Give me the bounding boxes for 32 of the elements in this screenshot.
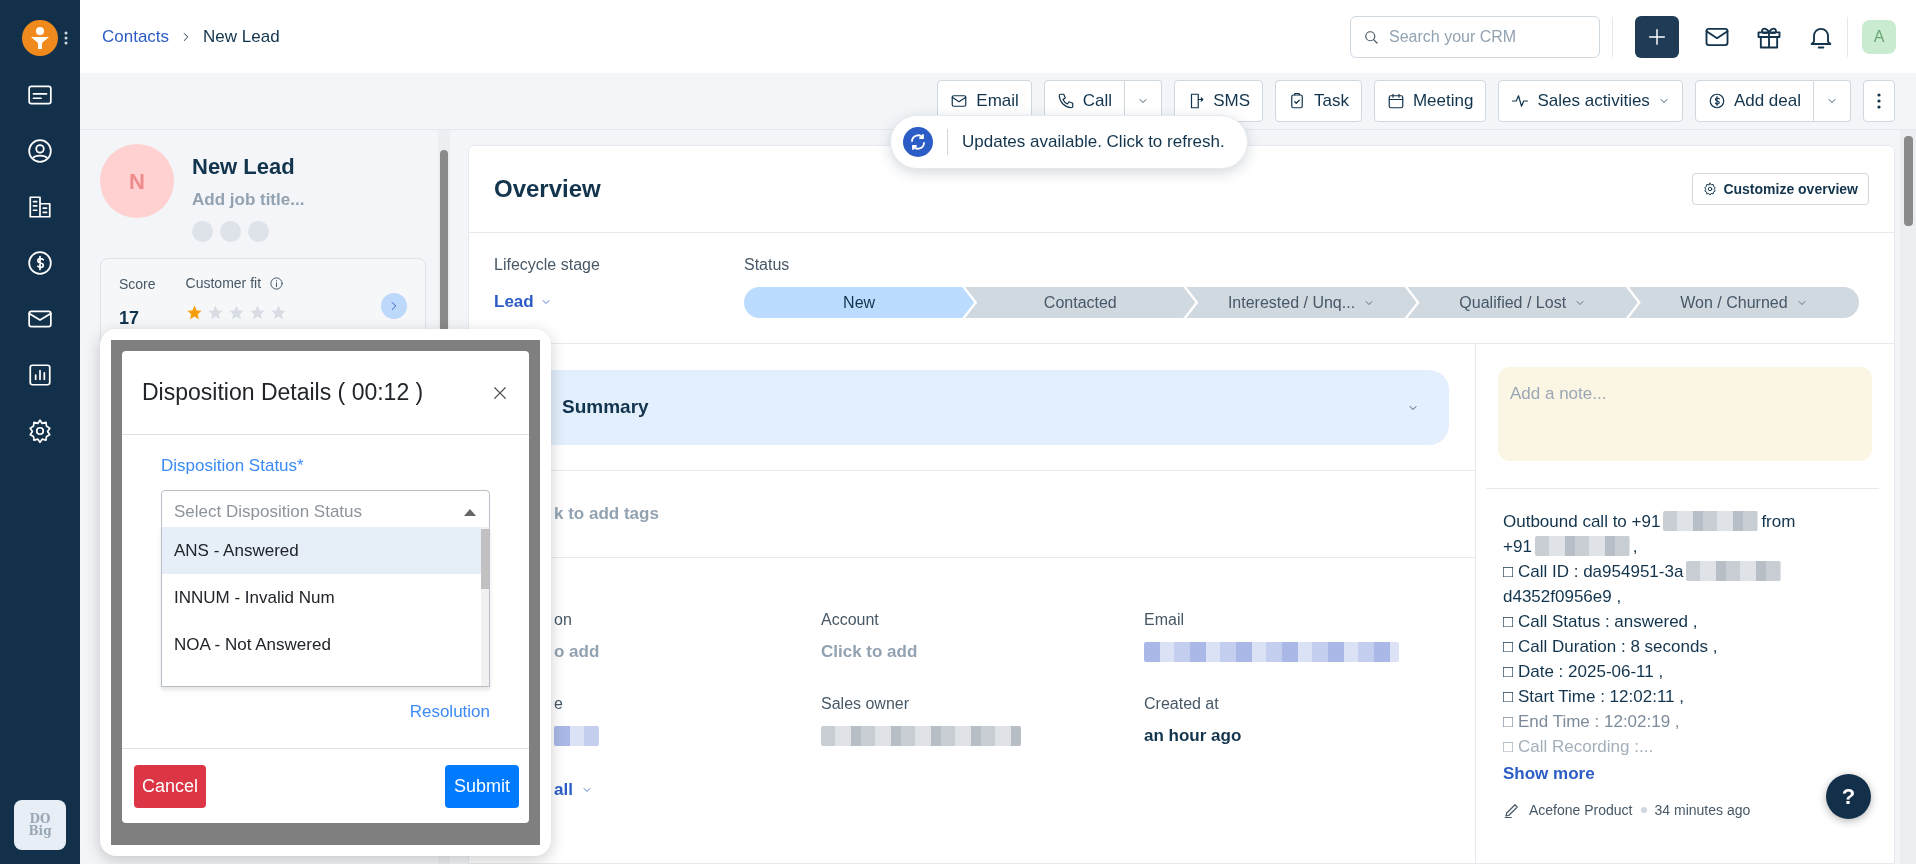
overview-title: Overview bbox=[494, 174, 601, 204]
contact-avatar: N bbox=[100, 144, 174, 218]
author-name: Acefone Product bbox=[1529, 800, 1633, 820]
activity-text: □ Start Time : 12:02:11 , bbox=[1503, 685, 1684, 708]
activity-text: □ End Time : 12:02:19 , bbox=[1503, 710, 1680, 733]
field-label: Account bbox=[821, 610, 880, 630]
breadcrumb-current: New Lead bbox=[203, 25, 280, 48]
score-label: Score bbox=[119, 275, 156, 292]
activity-text: from bbox=[1761, 510, 1796, 533]
field-value: an hour ago bbox=[1144, 725, 1242, 748]
activity-text: Outbound call to +91 bbox=[1503, 510, 1661, 533]
contact-name: New Lead bbox=[192, 153, 296, 181]
field-label: Disposition Status* bbox=[161, 455, 305, 477]
lifecycle-label: Lifecycle stage bbox=[494, 256, 600, 273]
field-label: Sales owner bbox=[821, 694, 911, 714]
activity-time: 34 minutes ago bbox=[1654, 800, 1751, 820]
activity-text: , bbox=[1632, 535, 1638, 558]
activity-text: d4352f0956e9 , bbox=[1503, 585, 1622, 608]
field-label: e bbox=[554, 694, 564, 714]
activity-text: □ Call ID : da954951-3a bbox=[1503, 560, 1684, 583]
score-value: 17 bbox=[119, 307, 141, 330]
field-label: Created at bbox=[1144, 694, 1220, 714]
activity-text: □ Date : 2025-06-11 , bbox=[1503, 660, 1664, 683]
field-label: Email bbox=[1144, 610, 1185, 630]
activity-text: □ Call Duration : 8 seconds , bbox=[1503, 635, 1718, 658]
activity-text: □ Call Status : answered , bbox=[1503, 610, 1698, 633]
status-label: Status bbox=[744, 256, 790, 273]
customer-fit-label: Customer fit bbox=[185, 273, 262, 293]
field-label: on bbox=[554, 610, 573, 630]
dialog-title: Disposition Details ( 00:12 ) bbox=[142, 378, 424, 408]
activity-text: □ Call Recording :... bbox=[1503, 735, 1654, 758]
activity-text: +91 bbox=[1503, 535, 1532, 558]
